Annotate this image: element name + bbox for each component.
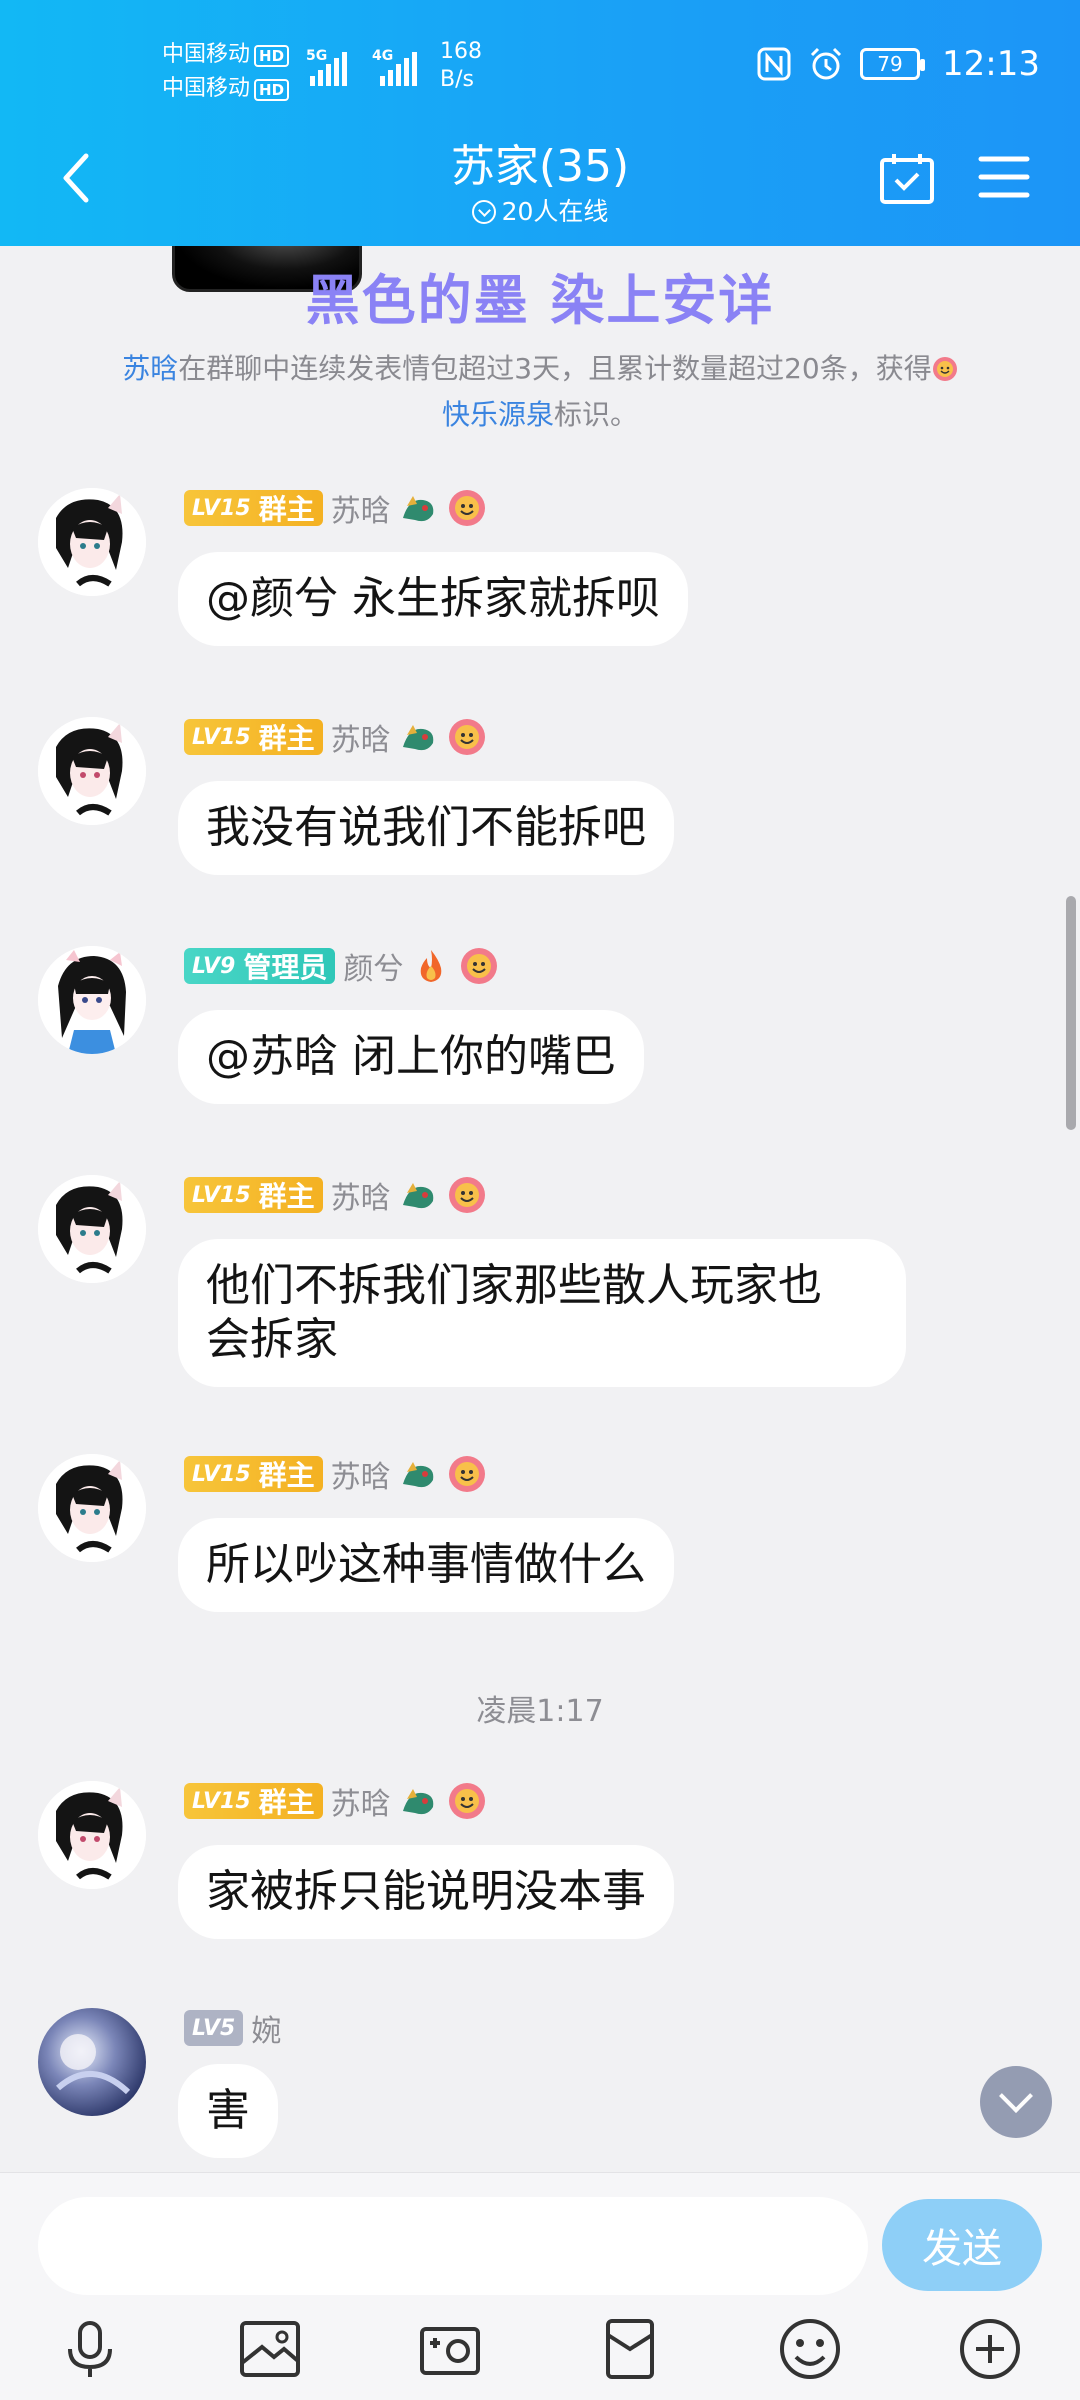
avatar[interactable]: [38, 717, 146, 825]
sender-name[interactable]: 苏晗: [331, 1173, 391, 1217]
signal-icon: [310, 52, 347, 86]
microphone-icon[interactable]: [54, 2313, 126, 2385]
system-notice: 苏晗在群聊中连续发表情包超过3天，且累计数量超过20条，获得 快乐源泉标识。: [60, 346, 1020, 438]
plus-icon[interactable]: [954, 2313, 1026, 2385]
carrier-2: 中国移动 HD: [162, 70, 290, 102]
message-bubble[interactable]: 所以吵这种事情做什么: [178, 1518, 674, 1612]
avatar[interactable]: [38, 1175, 146, 1283]
level-badge: LV15 群主: [184, 1177, 323, 1213]
chat-header: 中国移动 HD 中国移动 HD 5G 4G 168 B/s 79 12:13 苏家(…: [0, 0, 1080, 246]
message-input[interactable]: [38, 2197, 868, 2295]
message-meta: LV5 婉: [184, 2006, 281, 2050]
level-badge: LV15 群主: [184, 1783, 323, 1819]
network-speed: 168 B/s: [440, 39, 482, 92]
dragon-emblem-icon: [402, 1462, 433, 1488]
happy-flower-icon: [448, 1456, 485, 1492]
message-meta: LV15 群主 苏晗: [184, 715, 487, 759]
message-line: 会拆家: [206, 1314, 338, 1365]
sender-name[interactable]: 苏晗: [331, 1452, 391, 1496]
happy-flower-icon: [448, 1783, 485, 1819]
chat-area[interactable]: 黑色的墨 染上安详 苏晗在群聊中连续发表情包超过3天，且累计数量超过20条，获得…: [0, 246, 1080, 2172]
message-meta: LV9 管理员 颜兮: [184, 944, 499, 988]
calendar-check-icon[interactable]: [878, 150, 936, 206]
level-badge: LV15 群主: [184, 490, 323, 526]
status-bar: 中国移动 HD 中国移动 HD 5G 4G 168 B/s 79 12:13: [0, 0, 1080, 136]
dragon-emblem-icon: [402, 496, 433, 522]
level-badge: LV5: [184, 2010, 244, 2046]
notice-badge-link[interactable]: 快乐源泉: [442, 398, 554, 431]
message-bubble[interactable]: @颜兮 永生拆家就拆呗: [178, 552, 688, 646]
message-bubble[interactable]: 我没有说我们不能拆吧: [178, 781, 674, 875]
scroll-to-bottom-button[interactable]: [980, 2066, 1052, 2138]
message-bubble[interactable]: 家被拆只能说明没本事: [178, 1845, 674, 1939]
avatar[interactable]: [38, 2008, 146, 2116]
signal-icon-2: [380, 52, 417, 86]
emoji-icon[interactable]: [774, 2313, 846, 2385]
alarm-icon: [810, 47, 842, 80]
happy-flower-icon: [448, 490, 485, 526]
happy-flower-icon: [932, 357, 957, 381]
dragon-emblem-icon: [402, 1789, 433, 1815]
avatar[interactable]: [38, 488, 146, 596]
camera-icon[interactable]: [414, 2313, 486, 2385]
clock: 12:13: [942, 44, 1040, 84]
level-badge: LV9 管理员: [184, 948, 336, 984]
scrollbar[interactable]: [1066, 896, 1076, 1130]
nfc-icon: [757, 47, 791, 81]
input-area: 发送: [0, 2172, 1080, 2400]
message-bubble[interactable]: 害: [178, 2064, 278, 2158]
sender-name[interactable]: 婉: [251, 2006, 281, 2050]
red-packet-icon[interactable]: [594, 2313, 666, 2385]
level-badge: LV15 群主: [184, 1456, 323, 1492]
avatar[interactable]: [38, 1781, 146, 1889]
carrier-1: 中国移动 HD: [162, 36, 290, 68]
send-button[interactable]: 发送: [882, 2199, 1042, 2291]
happy-flower-icon: [448, 1177, 485, 1213]
message-meta: LV15 群主 苏晗: [184, 1452, 487, 1496]
message-bubble[interactable]: @苏晗 闭上你的嘴巴: [178, 1010, 644, 1104]
battery-icon: 79: [860, 48, 926, 80]
message-meta: LV15 群主 苏晗: [184, 1779, 487, 1823]
message-meta: LV15 群主 苏晗: [184, 486, 487, 530]
status-icons: 79 12:13: [756, 44, 1040, 84]
avatar[interactable]: [38, 1454, 146, 1562]
input-toolbar: [0, 2313, 1080, 2393]
menu-icon[interactable]: [978, 154, 1030, 200]
sender-name[interactable]: 苏晗: [331, 1779, 391, 1823]
happy-flower-icon: [448, 719, 485, 755]
avatar[interactable]: [38, 946, 146, 1054]
message-meta: LV15 群主 苏晗: [184, 1173, 487, 1217]
fire-icon: [421, 950, 442, 982]
sender-name[interactable]: 苏晗: [331, 715, 391, 759]
banner-text: 黑色的墨 染上安详: [305, 269, 775, 332]
image-icon[interactable]: [234, 2313, 306, 2385]
time-divider: 凌晨1:17: [476, 1694, 604, 1729]
level-badge: LV15 群主: [184, 719, 323, 755]
message-line: 他们不拆我们家那些散人玩家也: [206, 1260, 822, 1311]
message-bubble[interactable]: 他们不拆我们家那些散人玩家也 会拆家: [178, 1239, 906, 1387]
notice-user-link[interactable]: 苏晗: [122, 352, 178, 385]
chevron-down-icon: [471, 200, 496, 224]
sender-name[interactable]: 颜兮: [343, 944, 403, 988]
happy-flower-icon: [461, 948, 498, 984]
dragon-emblem-icon: [402, 1183, 433, 1209]
dragon-emblem-icon: [402, 725, 433, 751]
sender-name[interactable]: 苏晗: [331, 486, 391, 530]
